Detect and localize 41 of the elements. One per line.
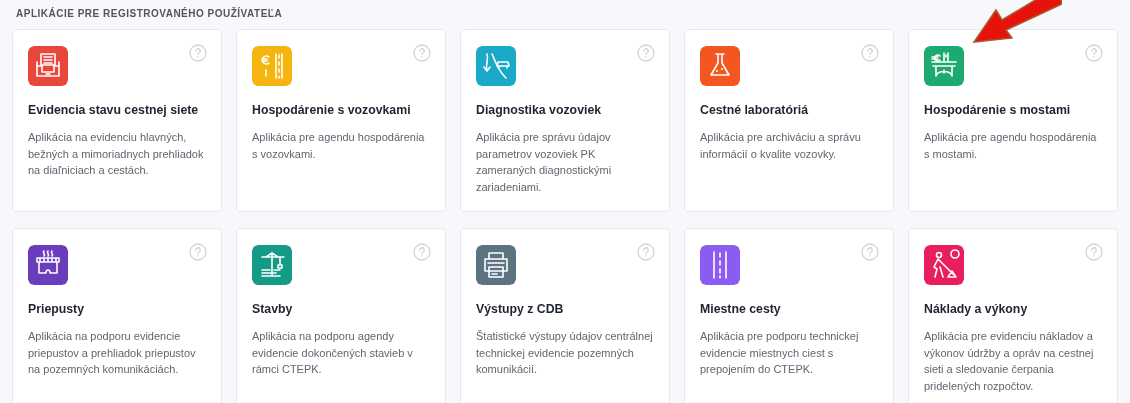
app-title: Cestné laboratóriá [700, 102, 809, 119]
app-card[interactable]: Miestne cesty Aplikácia pre podporu technickej evidencie miestnych ciest s prepojením do CTEPK. [684, 228, 894, 403]
help-icon[interactable] [189, 243, 207, 261]
app-description: Aplikácia pre evidenciu nákladov a výkonov údržby a opráv na cestnej sieti a sledovanie čerpania pridelených rozpočtov. [924, 329, 1095, 394]
app-card[interactable]: Evidencia stavu cestnej siete Aplikácia na evidenciu hlavných, bežných a mimoriadnych prehliadok na diaľniciach a cestách. [12, 29, 222, 212]
help-icon[interactable] [637, 44, 655, 62]
app-description: Aplikácia pre správu údajov parametrov vozoviek PK zameraných diagnostickými zariadeniami. [476, 130, 613, 195]
app-card[interactable]: Náklady a výkony Aplikácia pre evidenciu nákladov a výkonov údržby a opráv na cestnej sieti a sledovanie čerpania pridelených rozpočtov. [908, 228, 1118, 403]
help-icon[interactable] [1085, 44, 1103, 62]
help-icon[interactable] [413, 44, 431, 62]
app-title: Priepusty [28, 301, 86, 318]
app-description: Aplikácia na evidenciu hlavných, bežných a mimoriadnych prehliadok na diaľniciach a cestách. [28, 130, 205, 179]
help-icon[interactable] [189, 44, 207, 62]
app-title: Náklady a výkony [924, 301, 1029, 318]
app-description: Aplikácia pre agendu hospodárenia s mostami. [924, 130, 1098, 162]
app-card[interactable]: Priepusty Aplikácia na podporu evidencie priepustov a prehliadok priepustov na pozemných komunikáciách. [12, 228, 222, 403]
help-icon[interactable] [1085, 243, 1103, 261]
app-card[interactable]: Stavby Aplikácia na podporu agendy evidencie dokončených stavieb v rámci CTEPK. [236, 228, 446, 403]
help-icon[interactable] [413, 243, 431, 261]
app-card[interactable]: Diagnostika vozoviek Aplikácia pre správu údajov parametrov vozoviek PK zameraných diagnostickými zariadeniami. [460, 29, 670, 212]
app-card[interactable]: Hospodárenie s vozovkami Aplikácia pre agendu hospodárenia s vozovkami. [236, 29, 446, 212]
app-title: Hospodárenie s mostami [924, 102, 1072, 119]
help-icon[interactable] [861, 44, 879, 62]
app-card[interactable]: Výstupy z CDB Štatistické výstupy údajov centrálnej technickej evidencie pozemných komunikácií. [460, 228, 670, 403]
app-title: Výstupy z CDB [476, 301, 565, 318]
app-description: Aplikácia pre agendu hospodárenia s vozovkami. [252, 130, 426, 162]
app-description: Aplikácia na podporu evidencie priepustov a prehliadok priepustov na pozemných komunikáciách. [28, 329, 197, 378]
app-title: Diagnostika vozoviek [476, 102, 603, 119]
app-description: Aplikácia pre podporu technickej evidencie miestnych ciest s prepojením do CTEPK. [700, 329, 860, 378]
section-heading: APLIKÁCIE PRE REGISTROVANÉHO POUŽÍVATEĽA [15, 6, 284, 21]
app-card[interactable]: Hospodárenie s mostami Aplikácia pre agendu hospodárenia s mostami. [908, 29, 1118, 212]
app-card[interactable]: Cestné laboratóriá Aplikácia pre archiváciu a správu informácií o kvalite vozovky. [684, 29, 894, 212]
app-description: Aplikácia pre archiváciu a správu informácií o kvalite vozovky. [700, 130, 862, 162]
help-icon[interactable] [637, 243, 655, 261]
app-description: Štatistické výstupy údajov centrálnej technickej evidencie pozemných komunikácií. [476, 329, 654, 378]
app-title: Evidencia stavu cestnej siete [28, 102, 200, 119]
app-title: Stavby [252, 301, 294, 318]
app-title: Hospodárenie s vozovkami [252, 102, 412, 119]
help-icon[interactable] [861, 243, 879, 261]
app-description: Aplikácia na podporu agendy evidencie dokončených stavieb v rámci CTEPK. [252, 329, 414, 378]
app-title: Miestne cesty [700, 301, 782, 318]
